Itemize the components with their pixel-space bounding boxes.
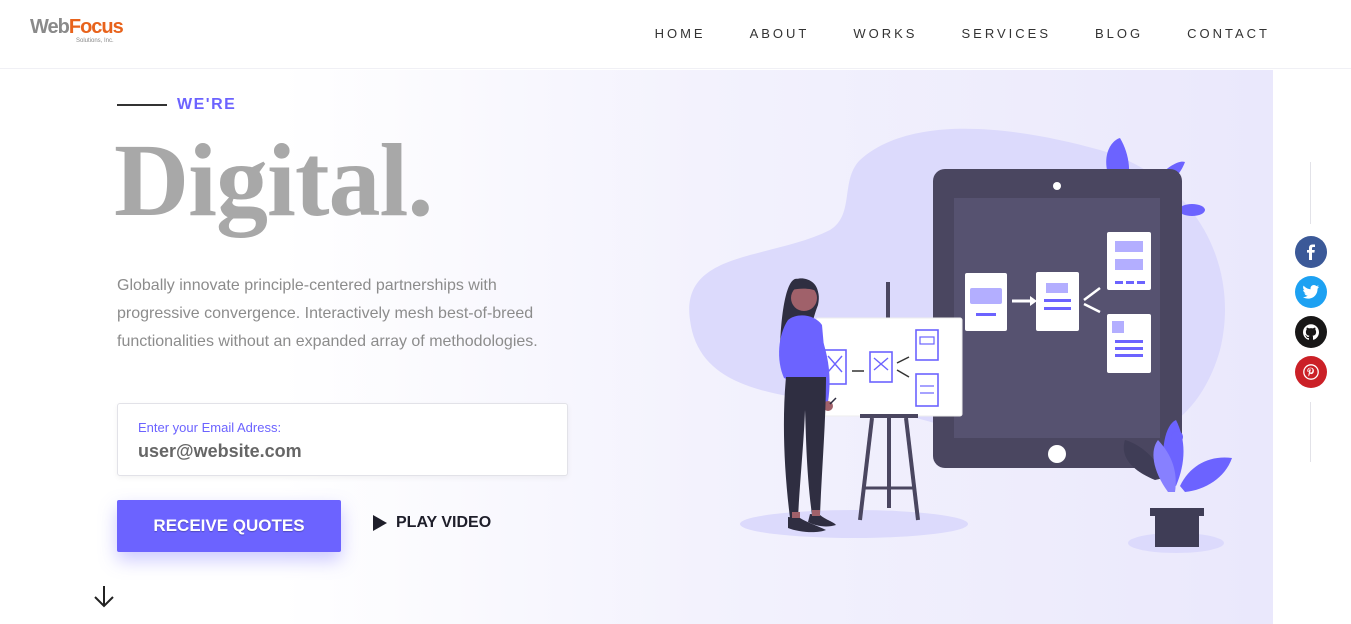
floor-shadow — [740, 510, 968, 538]
leaf-dot — [1179, 204, 1205, 216]
social-divider — [1310, 162, 1311, 224]
twitter-icon[interactable] — [1295, 276, 1327, 308]
tablet-camera — [1053, 182, 1061, 190]
facebook-icon[interactable] — [1295, 236, 1327, 268]
nav-works[interactable]: WORKS — [853, 26, 917, 41]
receive-quotes-button[interactable]: RECEIVE QUOTES — [117, 500, 341, 552]
logo-subtitle: Solutions, Inc. — [76, 38, 114, 44]
plant-leaf — [1180, 457, 1232, 492]
nav-blog[interactable]: BLOG — [1095, 26, 1143, 41]
hero-headline: Digital. — [114, 123, 433, 238]
nav-services[interactable]: SERVICES — [961, 26, 1051, 41]
logo-wordmark: WebFocus — [30, 16, 124, 38]
easel-leg — [858, 417, 874, 521]
nav-home[interactable]: HOME — [655, 26, 706, 41]
social-divider — [1310, 402, 1311, 462]
play-icon — [373, 515, 387, 531]
plant-pot — [1155, 512, 1199, 547]
easel-top-post — [886, 282, 890, 318]
easel-leg — [904, 417, 920, 521]
kicker-line — [117, 104, 167, 106]
arrow-down-icon[interactable] — [92, 584, 116, 610]
github-icon[interactable] — [1295, 316, 1327, 348]
site-header: WebFocus Solutions, Inc. HOME ABOUT WORK… — [0, 0, 1351, 69]
pinterest-icon[interactable] — [1295, 356, 1327, 388]
page: WebFocus Solutions, Inc. HOME ABOUT WORK… — [0, 0, 1351, 624]
logo[interactable]: WebFocus Solutions, Inc. — [30, 16, 124, 48]
hero-illustration — [680, 120, 1240, 560]
email-label: Enter your Email Adress: — [138, 420, 282, 435]
main-nav: HOME ABOUT WORKS SERVICES BLOG CONTACT — [655, 26, 1270, 41]
hero-paragraph: Globally innovate principle-centered par… — [117, 277, 538, 350]
play-video-button[interactable]: PLAY VIDEO — [373, 514, 491, 532]
email-field[interactable]: Enter your Email Adress: — [117, 403, 568, 476]
play-video-label: PLAY VIDEO — [396, 514, 492, 531]
email-input[interactable] — [138, 441, 538, 462]
woman-legs — [783, 377, 826, 518]
easel-shelf — [860, 414, 918, 418]
tablet-home-button — [1048, 445, 1066, 463]
hero-kicker: WE'RE — [117, 96, 236, 114]
kicker-text: WE'RE — [177, 96, 237, 113]
nav-contact[interactable]: CONTACT — [1187, 26, 1270, 41]
nav-about[interactable]: ABOUT — [750, 26, 810, 41]
